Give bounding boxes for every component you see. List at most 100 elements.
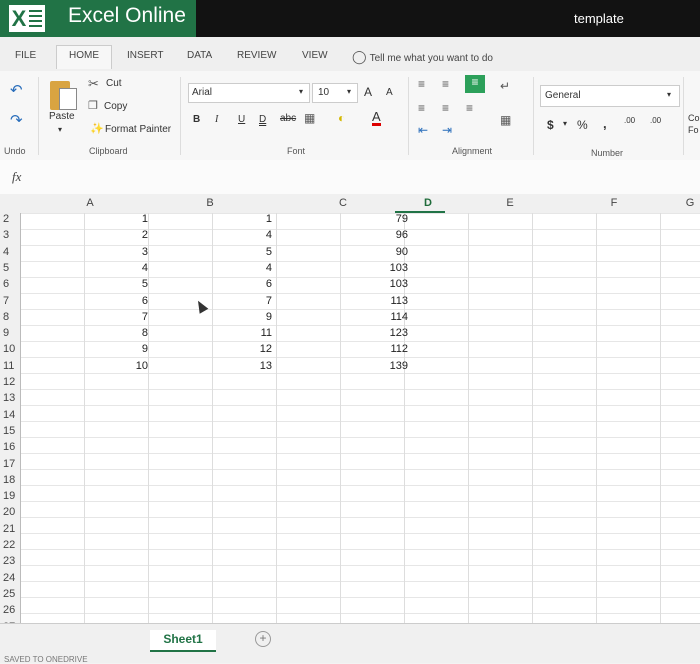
copy-button[interactable]: Copy <box>104 101 127 112</box>
cell[interactable]: 96 <box>368 229 408 241</box>
column-header-c[interactable]: C <box>333 197 353 209</box>
row-header[interactable]: 15 <box>3 425 15 437</box>
row-header[interactable]: 8 <box>3 311 9 323</box>
row-header[interactable]: 22 <box>3 539 15 551</box>
row-header[interactable]: 18 <box>3 474 15 486</box>
cell[interactable]: 9 <box>108 343 148 355</box>
scissors-icon[interactable]: ✂ <box>88 76 99 92</box>
row-header[interactable]: 17 <box>3 458 15 470</box>
cell[interactable]: 13 <box>232 360 272 372</box>
row-header[interactable]: 7 <box>3 295 9 307</box>
align-right-icon[interactable]: ≡ <box>466 101 473 115</box>
row-header[interactable]: 11 <box>3 360 14 372</box>
row-header[interactable]: 6 <box>3 278 9 290</box>
column-header-d[interactable]: D <box>418 197 438 209</box>
row-header[interactable]: 25 <box>3 588 15 600</box>
tab-insert[interactable]: INSERT <box>127 50 164 61</box>
row-header[interactable]: 13 <box>3 392 15 404</box>
column-header-f[interactable]: F <box>604 197 624 209</box>
italic-button[interactable]: I <box>215 114 218 125</box>
tab-file[interactable]: FILE <box>15 50 36 61</box>
decrease-indent-icon[interactable]: ⇤ <box>418 123 428 137</box>
row-header[interactable]: 20 <box>3 506 15 518</box>
percent-button[interactable]: % <box>577 118 588 132</box>
cell[interactable]: 8 <box>108 327 148 339</box>
row-header[interactable]: 5 <box>3 262 9 274</box>
align-middle-icon[interactable]: ≡ <box>442 77 449 91</box>
row-header[interactable]: 3 <box>3 229 9 241</box>
undo-icon[interactable]: ↶ <box>10 81 23 99</box>
cell[interactable]: 6 <box>232 278 272 290</box>
row-header[interactable]: 10 <box>3 343 15 355</box>
currency-button[interactable]: $ <box>547 118 554 132</box>
cell[interactable]: 2 <box>108 229 148 241</box>
redo-icon[interactable]: ↷ <box>10 111 23 129</box>
column-header-g[interactable]: G <box>680 197 700 209</box>
double-underline-button[interactable]: D <box>259 114 266 125</box>
row-header[interactable]: 24 <box>3 572 15 584</box>
font-size-select[interactable]: 10 ▾ <box>312 83 358 103</box>
align-bottom-icon[interactable]: ≡ <box>465 75 485 93</box>
row-header[interactable]: 23 <box>3 555 15 567</box>
cell[interactable]: 7 <box>108 311 148 323</box>
cell[interactable]: 113 <box>368 295 408 307</box>
column-header-e[interactable]: E <box>500 197 520 209</box>
tab-view[interactable]: VIEW <box>302 50 328 61</box>
cell[interactable]: 1 <box>232 213 272 225</box>
row-header[interactable]: 21 <box>3 523 15 535</box>
tab-home[interactable]: HOME <box>56 45 112 69</box>
copy-icon[interactable]: ❐ <box>88 99 98 112</box>
row-header[interactable]: 14 <box>3 409 15 421</box>
font-color-button[interactable]: A <box>372 110 381 126</box>
add-sheet-icon[interactable]: + <box>255 631 271 647</box>
borders-icon[interactable]: ▦ <box>304 111 315 125</box>
cell[interactable]: 114 <box>368 311 408 323</box>
cell[interactable]: 6 <box>108 295 148 307</box>
align-left-icon[interactable]: ≡ <box>418 101 425 115</box>
cell[interactable]: 103 <box>368 278 408 290</box>
format-painter-button[interactable]: Format Painter <box>105 124 171 135</box>
grow-font-button[interactable]: A <box>364 85 372 99</box>
cell[interactable]: 139 <box>368 360 408 372</box>
cell[interactable]: 123 <box>368 327 408 339</box>
sheet-tab-sheet1[interactable]: Sheet1 <box>150 630 216 652</box>
column-header-a[interactable]: A <box>80 197 100 209</box>
decrease-decimal-button[interactable]: .00 <box>650 116 661 125</box>
align-top-icon[interactable]: ≡ <box>418 77 425 91</box>
cell[interactable]: 112 <box>368 343 408 355</box>
column-header-b[interactable]: B <box>200 197 220 209</box>
comma-button[interactable]: , <box>603 116 607 131</box>
cell[interactable]: 1 <box>108 213 148 225</box>
row-header[interactable]: 4 <box>3 246 9 258</box>
conditional-formatting-button[interactable]: Co <box>688 113 700 123</box>
cell[interactable]: 12 <box>232 343 272 355</box>
cell[interactable]: 4 <box>232 229 272 241</box>
document-title[interactable]: template <box>574 11 624 26</box>
cell[interactable]: 11 <box>232 327 272 339</box>
cell[interactable]: 103 <box>368 262 408 274</box>
increase-decimal-button[interactable]: .00 <box>624 116 635 125</box>
currency-dropdown-icon[interactable]: ▾ <box>563 119 567 128</box>
formula-bar[interactable]: fx <box>0 160 700 195</box>
align-center-icon[interactable]: ≡ <box>442 101 449 115</box>
cell[interactable]: 7 <box>232 295 272 307</box>
underline-button[interactable]: U <box>238 114 245 125</box>
format-as-table-button[interactable]: Fo <box>688 125 699 135</box>
cell[interactable]: 4 <box>232 262 272 274</box>
cell[interactable]: 5 <box>108 278 148 290</box>
number-format-select[interactable]: General ▾ <box>540 85 680 107</box>
merge-center-icon[interactable]: ▦ <box>500 113 511 127</box>
increase-indent-icon[interactable]: ⇥ <box>442 123 452 137</box>
tab-review[interactable]: REVIEW <box>237 50 276 61</box>
app-launcher[interactable]: X Excel Online <box>0 0 196 37</box>
wrap-text-icon[interactable]: ↵ <box>500 79 510 93</box>
strikethrough-button[interactable]: abc <box>280 113 296 124</box>
cell[interactable]: 9 <box>232 311 272 323</box>
paste-dropdown-icon[interactable]: ▾ <box>58 125 62 134</box>
cell[interactable]: 90 <box>368 246 408 258</box>
bold-button[interactable]: B <box>193 114 200 125</box>
cell[interactable]: 10 <box>108 360 148 372</box>
cell[interactable]: 3 <box>108 246 148 258</box>
row-header[interactable]: 19 <box>3 490 15 502</box>
cell[interactable]: 79 <box>368 213 408 225</box>
